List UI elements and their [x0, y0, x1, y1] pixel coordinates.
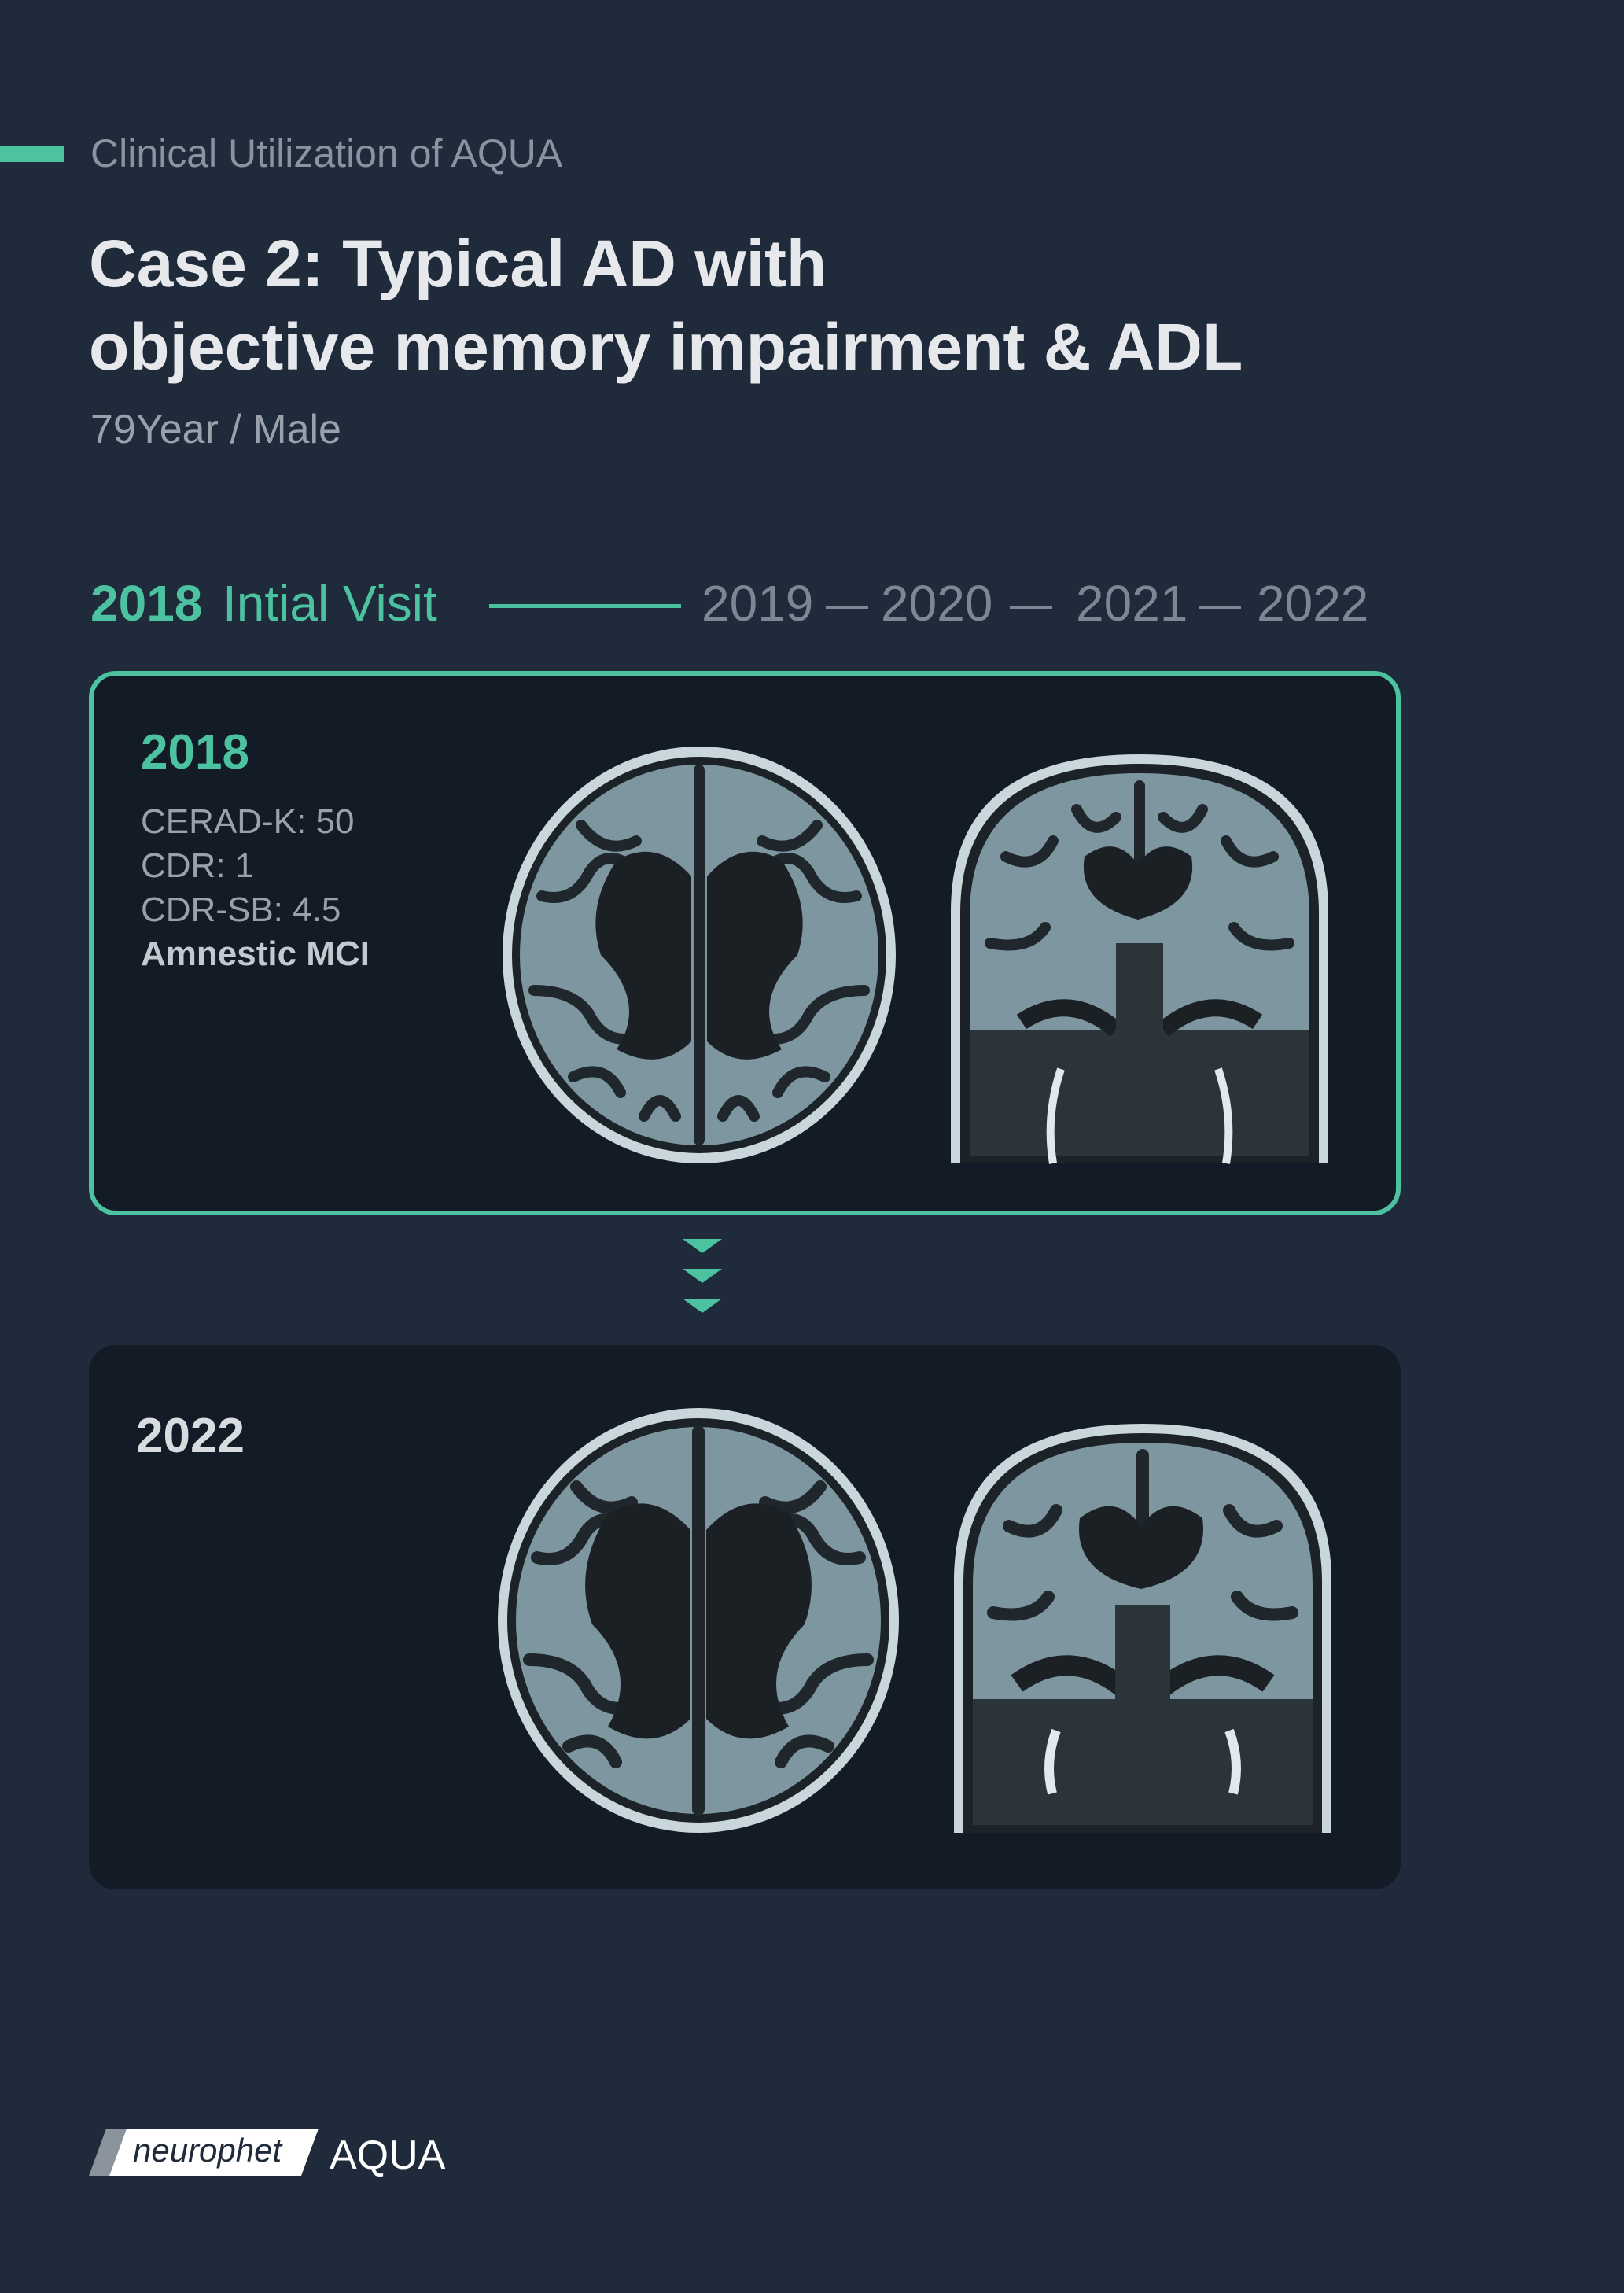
axial-mri-scan [498, 1408, 899, 1833]
timeline-active-label: Intial Visit [223, 575, 437, 632]
visit-card-2018: 2018 CERAD-K: 50 CDR: 1 CDR-SB: 4.5 Amne… [89, 671, 1401, 1215]
visit-year: 2018 [141, 725, 249, 780]
visit-timeline: 2018 Intial Visit 2019 2020 2021 2022 [0, 574, 1624, 637]
page-title: Case 2: Typical AD with objective memory… [89, 222, 1243, 389]
timeline-year-2020: 2020 [881, 575, 993, 632]
section-eyebrow: Clinical Utilization of AQUA [90, 131, 563, 175]
title-line-2: objective memory impairment & ADL [89, 310, 1243, 384]
accent-bar [0, 146, 64, 162]
brand-name: neurophet [133, 2132, 282, 2169]
timeline-year-2019: 2019 [702, 575, 814, 632]
chevron-down-icon [683, 1239, 722, 1253]
chevron-down-icon [683, 1269, 722, 1283]
coronal-mri-scan [951, 754, 1328, 1164]
title-line-1: Case 2: Typical AD with [89, 227, 827, 300]
axial-mri-scan [503, 747, 896, 1163]
visit-metrics: CERAD-K: 50 CDR: 1 CDR-SB: 4.5 Amnestic … [141, 800, 370, 976]
timeline-connector [489, 604, 681, 608]
metric-cdr-sb: CDR-SB: 4.5 [141, 890, 341, 929]
timeline-dash [826, 606, 868, 609]
patient-info: 79Year / Male [90, 407, 341, 452]
chevron-down-icon [683, 1299, 722, 1313]
timeline-active-year: 2018 [90, 575, 203, 632]
visit-card-2022: 2022 [89, 1345, 1401, 1889]
metric-cerad: CERAD-K: 50 [141, 802, 355, 841]
product-name: AQUA [330, 2133, 446, 2178]
timeline-dash [1199, 606, 1241, 609]
metric-cdr: CDR: 1 [141, 846, 255, 885]
timeline-year-2021: 2021 [1076, 575, 1188, 632]
diagnosis-label: Amnestic MCI [141, 935, 370, 973]
timeline-year-2022: 2022 [1257, 575, 1369, 632]
timeline-dash [1010, 606, 1052, 609]
progression-arrows [683, 1239, 722, 1329]
visit-year: 2022 [136, 1409, 245, 1463]
coronal-mri-scan [954, 1424, 1331, 1833]
